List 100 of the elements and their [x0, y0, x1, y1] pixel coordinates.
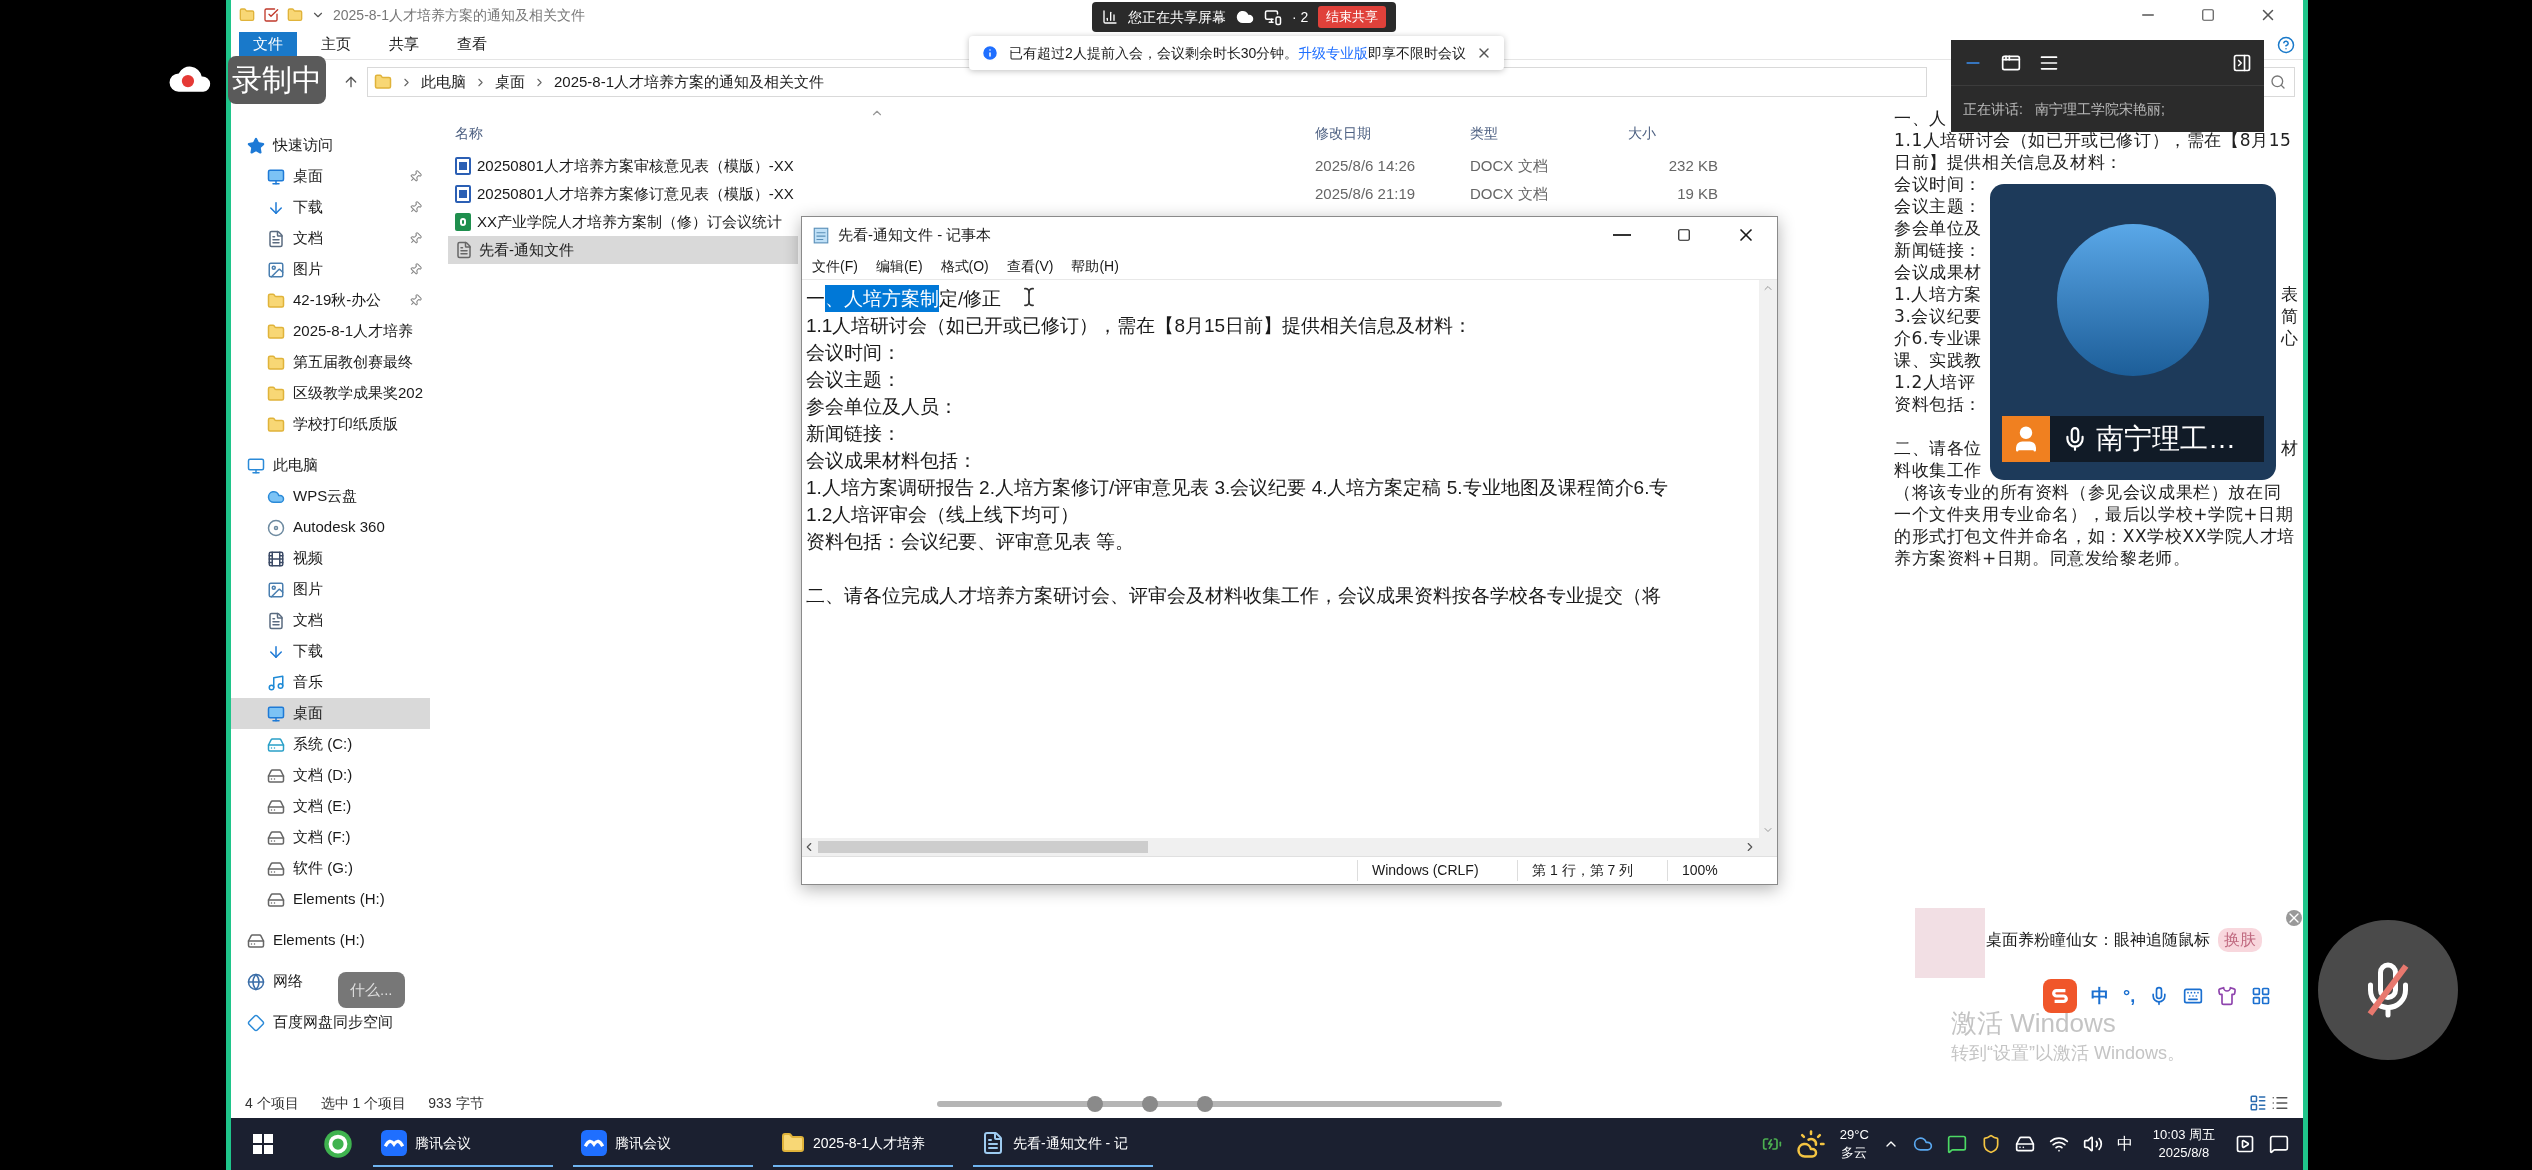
ribbon-tab[interactable]: 文件: [239, 31, 297, 58]
grid-icon[interactable]: [2251, 986, 2272, 1006]
shirt-icon[interactable]: [2217, 986, 2238, 1006]
windows-logo-icon[interactable]: [253, 1134, 273, 1154]
breadcrumb-item[interactable]: 2025-8-1人才培养方案的通知及相关文件: [554, 70, 825, 94]
vertical-scrollbar[interactable]: [1759, 280, 1777, 838]
clock[interactable]: 10:03 周五 2025/8/8: [2146, 1126, 2221, 1162]
preview-text: 课、实践教: [1894, 349, 1982, 371]
nav-item[interactable]: 文档 (D:): [231, 760, 430, 791]
details-view-icon[interactable]: [2249, 1094, 2267, 1112]
stop-sharing-button[interactable]: 结束共享: [1318, 6, 1387, 28]
file-row[interactable]: XX产业学院人才培养方案制（修）订会议统计: [448, 208, 798, 236]
menu-item[interactable]: 编辑(E): [869, 255, 929, 277]
nav-item[interactable]: 桌面: [231, 161, 430, 192]
nav-item[interactable]: Elements (H:): [231, 925, 430, 956]
nav-item[interactable]: WPS云盘: [231, 481, 430, 512]
nav-item[interactable]: 此电脑: [231, 450, 430, 481]
ribbon-tab[interactable]: 查看: [443, 31, 501, 58]
system-drive-icon: [267, 735, 285, 754]
activation-hint: 转到“设置”以激活 Windows。: [1951, 1042, 2185, 1065]
document-text: 二、请各位完成人才培养方案研讨会、评审会及材料收集工作，会议成果资料按各学校各专业提交（将: [806, 584, 1661, 608]
nav-item[interactable]: Elements (H:): [231, 884, 430, 915]
preview-text: 1.人培方案: [1894, 283, 1982, 305]
nav-item[interactable]: 文档: [231, 223, 430, 254]
help-icon[interactable]: [2277, 35, 2295, 54]
breadcrumb-item[interactable]: 桌面: [495, 70, 525, 94]
taskbar-app[interactable]: 先看-通知文件 - 记: [973, 1121, 1153, 1167]
column-header[interactable]: 大小: [1628, 123, 1718, 144]
nav-item[interactable]: 视频: [231, 543, 430, 574]
menu-item[interactable]: 文件(F): [806, 255, 864, 277]
recording-badge: 录制中: [228, 56, 326, 104]
menu-item[interactable]: 帮助(H): [1065, 255, 1125, 277]
nav-item[interactable]: 42-19秋-办公: [231, 285, 430, 316]
nav-item[interactable]: 百度网盘同步空间: [231, 1007, 430, 1038]
nav-item[interactable]: 文档 (E:): [231, 791, 430, 822]
preview-text: 会议时间：: [1894, 173, 1982, 195]
tray-chat-icon[interactable]: [1946, 1134, 1967, 1154]
weather-icon[interactable]: [1795, 1129, 1826, 1159]
tray-drive-icon[interactable]: [2014, 1134, 2035, 1154]
nav-item[interactable]: 图片: [231, 254, 430, 285]
nav-item[interactable]: 第五届教创赛最终: [231, 347, 430, 378]
nav-item[interactable]: 图片: [231, 574, 430, 605]
file-row[interactable]: 20250801人才培养方案修订意见表（模版）-XX 2025/8/6 21:19 DOCX 文档 19 KB: [448, 180, 1748, 208]
column-header[interactable]: 名称: [430, 123, 1315, 144]
ime-mode[interactable]: 中: [2091, 982, 2109, 1010]
upgrade-link[interactable]: 升级专业版: [1298, 44, 1369, 61]
column-header[interactable]: 修改日期: [1315, 123, 1470, 144]
file-row[interactable]: 20250801人才培养方案审核意见表（模版）-XX 2025/8/6 14:26 DOCX 文档 232 KB: [448, 152, 1748, 180]
preview-text: （将该专业的所有资料（参见会议成果栏）放在同: [1894, 481, 2282, 503]
preview-text: 资料包括：: [1894, 393, 1982, 415]
taskbar-app[interactable]: 腾讯会议: [573, 1121, 753, 1167]
input-mode-indicator[interactable]: 中: [2116, 1132, 2133, 1156]
nav-item[interactable]: 系统 (C:): [231, 729, 430, 760]
document-text: 新闻链接：: [806, 422, 901, 446]
folder-icon: [267, 291, 285, 310]
nav-item[interactable]: 学校打印纸质版: [231, 409, 430, 440]
meeting-app-icon: [381, 1130, 407, 1156]
volume-icon[interactable]: [2082, 1134, 2103, 1154]
document-text: 会议主题：: [806, 368, 901, 392]
ribbon-tab[interactable]: 共享: [375, 31, 433, 58]
cursor-position: 第 1 行，第 7 列: [1517, 860, 1667, 881]
speaker-name: 南宁理工学院宋艳丽;: [2034, 99, 2165, 119]
preview-text: 的形式打包文件并命名，如：XX学校XX学院人才培: [1894, 525, 2295, 547]
nav-item[interactable]: 文档 (F:): [231, 822, 430, 853]
menu-item[interactable]: 查看(V): [1000, 255, 1060, 277]
media-icon[interactable]: [2235, 1134, 2255, 1154]
folder-icon: [239, 7, 255, 23]
ribbon-tab[interactable]: 主页: [307, 31, 365, 58]
keyboard-icon[interactable]: [2183, 986, 2204, 1006]
nav-item[interactable]: Autodesk 360: [231, 512, 430, 543]
browser-icon[interactable]: [323, 1129, 353, 1159]
notification-icon[interactable]: [2269, 1134, 2289, 1154]
document-text: 资料包括：会议纪要、评审意见表 等。: [806, 530, 1135, 554]
nav-item[interactable]: 下载: [231, 192, 430, 223]
taskbar-app[interactable]: 腾讯会议: [373, 1121, 553, 1167]
nav-item[interactable]: 快速访问: [231, 130, 430, 161]
nav-item[interactable]: 音乐: [231, 667, 430, 698]
collapse-icon[interactable]: [2232, 52, 2252, 73]
nav-item[interactable]: 区级教学成果奖202: [231, 378, 430, 409]
nav-item[interactable]: 文档: [231, 605, 430, 636]
horizontal-scrollbar[interactable]: [802, 838, 1777, 856]
nav-item[interactable]: 2025-8-1人才培养: [231, 316, 430, 347]
menu-item[interactable]: 格式(O): [934, 255, 995, 277]
wifi-icon[interactable]: [2048, 1134, 2069, 1154]
cloud-icon: [1236, 8, 1254, 26]
playback-scrubber[interactable]: [937, 1096, 1502, 1112]
breadcrumb-item[interactable]: 此电脑: [421, 70, 466, 94]
nav-item[interactable]: 下载: [231, 636, 430, 667]
taskbar-app[interactable]: 2025-8-1人才培养: [773, 1121, 953, 1167]
nav-item[interactable]: 软件 (G:): [231, 853, 430, 884]
tray-cloud-icon[interactable]: [1912, 1134, 1933, 1154]
column-header[interactable]: 类型: [1470, 123, 1628, 144]
file-row[interactable]: 先看-通知文件: [448, 236, 798, 264]
maximize-icon[interactable]: [2201, 8, 2215, 22]
preview-text: 一、人: [1894, 107, 1947, 129]
nav-item[interactable]: 桌面: [231, 698, 430, 729]
folder-icon: [781, 1131, 805, 1155]
file-name: XX产业学院人才培养方案制（修）订会议统计: [477, 211, 782, 232]
ime-punctuation[interactable]: °,: [2123, 982, 2136, 1010]
list-view-icon[interactable]: [2271, 1094, 2289, 1112]
